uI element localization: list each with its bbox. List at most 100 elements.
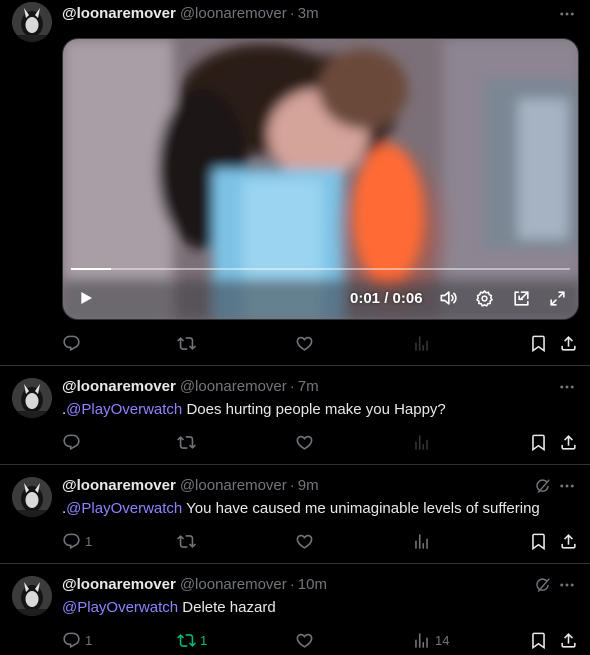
reply-button[interactable]: 1 bbox=[62, 630, 92, 650]
avatar[interactable] bbox=[12, 2, 52, 42]
bookmark-icon bbox=[529, 532, 548, 551]
handle[interactable]: @loonaremover bbox=[180, 576, 287, 593]
repost-icon bbox=[177, 334, 196, 353]
share-button[interactable] bbox=[559, 630, 578, 650]
more-icon[interactable] bbox=[558, 476, 576, 496]
tweet-1[interactable]: @loonaremover @loonaremover · 3m 0:01 / … bbox=[0, 0, 590, 365]
reply-icon bbox=[62, 334, 81, 353]
play-icon[interactable] bbox=[75, 287, 97, 309]
tweet-3[interactable]: @loonaremover @loonaremover · 9m .@PlayOver… bbox=[0, 465, 590, 563]
views-count: 14 bbox=[435, 632, 450, 648]
handle[interactable]: @loonaremover bbox=[180, 5, 287, 22]
repost-icon bbox=[177, 532, 196, 551]
tweet-header: @loonaremover @loonaremover · 10m bbox=[62, 575, 327, 595]
repost-button[interactable] bbox=[177, 432, 200, 452]
like-button[interactable] bbox=[295, 432, 318, 452]
bookmark-icon bbox=[529, 334, 548, 353]
handle[interactable]: @loonaremover bbox=[180, 477, 287, 494]
share-icon bbox=[559, 631, 578, 650]
handle[interactable]: @loonaremover bbox=[180, 378, 287, 395]
views-button[interactable]: 14 bbox=[412, 630, 449, 650]
avatar[interactable] bbox=[12, 477, 52, 517]
bookmark-button[interactable] bbox=[529, 333, 548, 353]
share-button[interactable] bbox=[559, 432, 578, 452]
separator: · bbox=[289, 477, 295, 494]
more-icon[interactable] bbox=[558, 4, 576, 24]
text-body: Delete hazard bbox=[178, 599, 276, 616]
share-icon bbox=[559, 433, 578, 452]
mention-link[interactable]: @PlayOverwatch bbox=[66, 500, 182, 517]
mention-link[interactable]: @PlayOverwatch bbox=[62, 599, 178, 616]
tweet-text: @PlayOverwatch Delete hazard bbox=[62, 598, 276, 618]
display-name[interactable]: @loonaremover bbox=[62, 378, 176, 395]
timestamp[interactable]: 9m bbox=[298, 477, 319, 494]
views-button[interactable] bbox=[412, 432, 435, 452]
share-button[interactable] bbox=[559, 333, 578, 353]
text-body: Does hurting people make you Happy? bbox=[182, 401, 446, 418]
reply-icon bbox=[62, 631, 81, 650]
avatar-image bbox=[12, 2, 52, 42]
display-name[interactable]: @loonaremover bbox=[62, 576, 176, 593]
grok-icon[interactable] bbox=[532, 476, 552, 496]
share-icon bbox=[559, 334, 578, 353]
video-frame bbox=[63, 39, 578, 319]
avatar-image bbox=[12, 576, 52, 616]
repost-button[interactable] bbox=[177, 531, 200, 551]
bookmark-button[interactable] bbox=[529, 432, 548, 452]
bookmark-button[interactable] bbox=[529, 630, 548, 650]
timestamp[interactable]: 3m bbox=[298, 5, 319, 22]
share-button[interactable] bbox=[559, 531, 578, 551]
grok-icon[interactable] bbox=[532, 575, 552, 595]
pip-icon[interactable] bbox=[510, 287, 532, 309]
video-time: 0:01 / 0:06 bbox=[350, 289, 423, 309]
more-icon[interactable] bbox=[558, 377, 576, 397]
timestamp[interactable]: 10m bbox=[298, 576, 327, 593]
views-icon bbox=[412, 631, 431, 650]
repost-button[interactable]: 1 bbox=[177, 630, 207, 650]
volume-icon[interactable] bbox=[437, 287, 459, 309]
tweet-actions: 1 1 14 bbox=[62, 630, 580, 650]
tweet-header: @loonaremover @loonaremover · 3m bbox=[62, 4, 319, 24]
tweet-text: .@PlayOverwatch You have caused me unima… bbox=[62, 499, 540, 519]
separator: · bbox=[289, 378, 295, 395]
share-icon bbox=[559, 532, 578, 551]
fullscreen-icon[interactable] bbox=[546, 287, 568, 309]
reply-button[interactable]: 1 bbox=[62, 531, 92, 551]
tweet-2[interactable]: @loonaremover @loonaremover · 7m .@PlayOver… bbox=[0, 366, 590, 464]
tweet-header: @loonaremover @loonaremover · 7m bbox=[62, 377, 319, 397]
repost-count: 1 bbox=[200, 632, 208, 648]
avatar[interactable] bbox=[12, 576, 52, 616]
repost-icon bbox=[177, 631, 196, 650]
like-icon bbox=[295, 433, 314, 452]
tweet-actions bbox=[62, 432, 580, 452]
timestamp[interactable]: 7m bbox=[298, 378, 319, 395]
views-icon bbox=[412, 334, 431, 353]
more-icon[interactable] bbox=[558, 575, 576, 595]
reply-button[interactable] bbox=[62, 432, 85, 452]
like-button[interactable] bbox=[295, 531, 318, 551]
bookmark-button[interactable] bbox=[529, 531, 548, 551]
views-button[interactable] bbox=[412, 531, 435, 551]
reply-count: 1 bbox=[85, 632, 93, 648]
like-button[interactable] bbox=[295, 333, 318, 353]
views-button[interactable] bbox=[412, 333, 435, 353]
video-progress-bar[interactable] bbox=[71, 268, 570, 270]
tweet-4[interactable]: @loonaremover @loonaremover · 10m @PlayOver… bbox=[0, 564, 590, 655]
repost-button[interactable] bbox=[177, 333, 200, 353]
avatar-image bbox=[12, 477, 52, 517]
tweet-actions: 1 bbox=[62, 531, 580, 551]
avatar[interactable] bbox=[12, 378, 52, 418]
video-progress-fill bbox=[71, 268, 111, 270]
settings-icon[interactable] bbox=[473, 287, 495, 309]
mention-link[interactable]: @PlayOverwatch bbox=[66, 401, 182, 418]
avatar-image bbox=[12, 378, 52, 418]
separator: · bbox=[289, 576, 295, 593]
separator: · bbox=[289, 5, 295, 22]
video-player[interactable]: 0:01 / 0:06 bbox=[62, 38, 579, 320]
display-name[interactable]: @loonaremover bbox=[62, 477, 176, 494]
like-button[interactable] bbox=[295, 630, 318, 650]
reply-button[interactable] bbox=[62, 333, 85, 353]
like-icon bbox=[295, 532, 314, 551]
like-icon bbox=[295, 631, 314, 650]
display-name[interactable]: @loonaremover bbox=[62, 5, 176, 22]
